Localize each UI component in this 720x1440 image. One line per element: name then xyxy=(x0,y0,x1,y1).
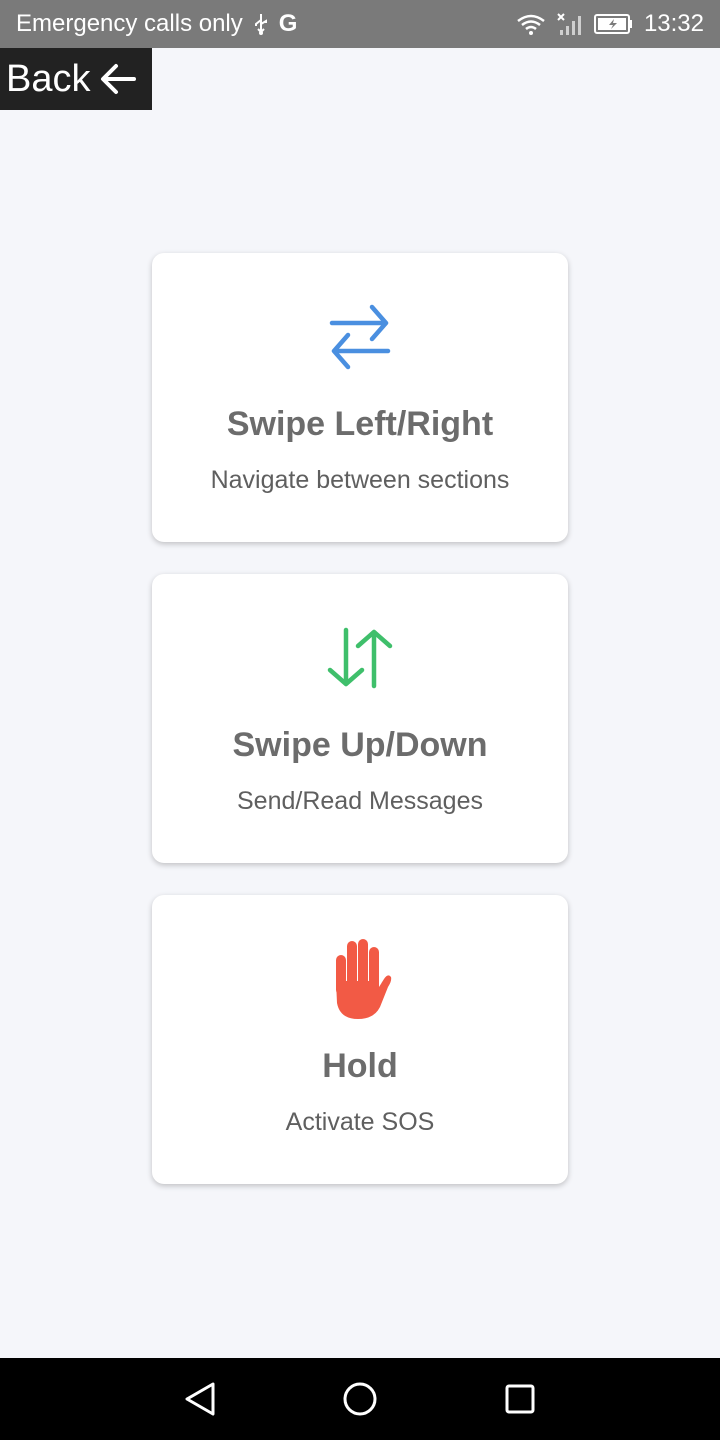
card-title: Swipe Left/Right xyxy=(226,405,494,443)
arrows-up-down-icon xyxy=(320,618,400,698)
status-bar: Emergency calls only G 13:32 xyxy=(0,0,720,48)
wifi-icon xyxy=(516,12,546,36)
card-title: Swipe Up/Down xyxy=(232,726,488,764)
card-swipe-up-down[interactable]: Swipe Up/Down Send/Read Messages xyxy=(152,574,568,863)
status-left: Emergency calls only G xyxy=(16,10,516,38)
card-swipe-left-right[interactable]: Swipe Left/Right Navigate between sectio… xyxy=(152,253,568,542)
gesture-cards: Swipe Left/Right Navigate between sectio… xyxy=(152,253,568,1216)
status-right: 13:32 xyxy=(516,10,704,38)
card-description: Send/Read Messages xyxy=(237,787,483,815)
usb-icon xyxy=(253,12,269,36)
card-title: Hold xyxy=(322,1047,398,1085)
recents-square-icon[interactable] xyxy=(490,1369,550,1429)
card-description: Navigate between sections xyxy=(210,466,510,494)
arrows-left-right-icon xyxy=(320,297,400,377)
battery-charging-icon xyxy=(593,13,634,35)
back-label: Back xyxy=(6,57,91,100)
back-button[interactable]: Back xyxy=(0,48,152,110)
hand-icon xyxy=(320,939,400,1019)
card-hold[interactable]: Hold Activate SOS xyxy=(152,895,568,1184)
home-circle-icon[interactable] xyxy=(330,1369,390,1429)
back-triangle-icon[interactable] xyxy=(170,1369,230,1429)
status-time: 13:32 xyxy=(643,10,704,37)
navigation-bar xyxy=(0,1358,720,1440)
status-text: Emergency calls only xyxy=(16,10,243,37)
google-icon: G xyxy=(278,10,298,37)
card-description: Activate SOS xyxy=(285,1108,435,1136)
arrow-left-icon xyxy=(100,63,137,95)
no-signal-icon xyxy=(556,12,584,36)
